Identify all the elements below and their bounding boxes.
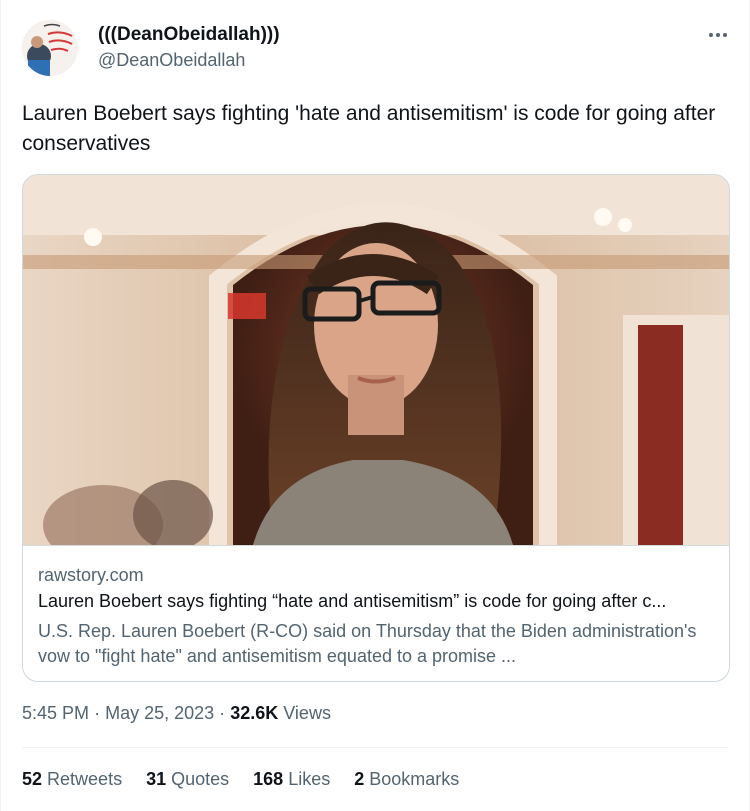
divider — [22, 747, 728, 748]
meta-separator: · — [219, 703, 226, 723]
tweet: (((DeanObeidallah))) @DeanObeidallah Lau… — [0, 0, 750, 811]
meta-separator: · — [94, 703, 101, 723]
more-horizontal-icon — [709, 33, 727, 37]
display-name[interactable]: (((DeanObeidallah))) — [98, 24, 280, 46]
avatar[interactable] — [22, 20, 78, 76]
card-image[interactable] — [23, 175, 729, 545]
more-button[interactable] — [701, 22, 735, 48]
handle[interactable]: @DeanObeidallah — [98, 50, 245, 71]
link-card[interactable]: rawstory.com Lauren Boebert says fightin… — [22, 174, 730, 682]
tweet-time: 5:45 PM — [22, 703, 90, 723]
bookmarks-label: Bookmarks — [369, 769, 460, 789]
card-body[interactable]: rawstory.com Lauren Boebert says fightin… — [23, 545, 729, 681]
avatar-image — [22, 20, 78, 76]
card-domain: rawstory.com — [38, 565, 144, 585]
engagement-stats: 52 Retweets 31 Quotes 168 Likes 2 Bookmarks — [22, 769, 459, 790]
bookmarks-stat[interactable]: 2 Bookmarks — [354, 769, 459, 790]
card-description: U.S. Rep. Lauren Boebert (R-CO) said on … — [38, 621, 697, 666]
quotes-label: Quotes — [171, 769, 230, 789]
views-label: Views — [283, 703, 331, 723]
likes-count: 168 — [253, 769, 284, 789]
timestamp-link[interactable]: 5:45 PM · May 25, 2023 — [22, 703, 214, 723]
likes-label: Likes — [288, 769, 331, 789]
quotes-stat[interactable]: 31 Quotes — [146, 769, 229, 790]
quotes-count: 31 — [146, 769, 167, 789]
tweet-date: May 25, 2023 — [105, 703, 215, 723]
tweet-text: Lauren Boebert says fighting 'hate and a… — [22, 102, 716, 155]
retweets-count: 52 — [22, 769, 43, 789]
retweets-label: Retweets — [47, 769, 123, 789]
views-count: 32.6K — [230, 703, 279, 723]
likes-stat[interactable]: 168 Likes — [253, 769, 330, 790]
card-title: Lauren Boebert says fighting “hate and a… — [38, 591, 667, 611]
views[interactable]: 32.6K Views — [230, 703, 331, 723]
bookmarks-count: 2 — [354, 769, 365, 789]
tweet-meta: 5:45 PM · May 25, 2023 · 32.6K Views — [22, 703, 331, 724]
retweets-stat[interactable]: 52 Retweets — [22, 769, 122, 790]
